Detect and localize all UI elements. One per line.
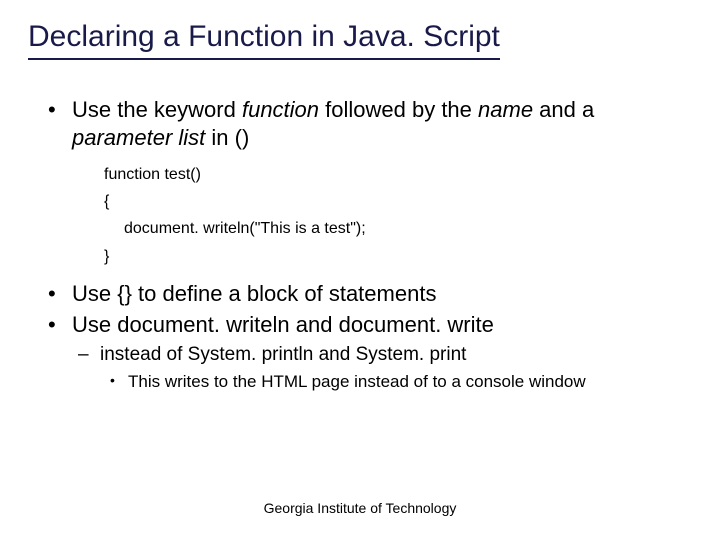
- code-line: function test(): [104, 161, 692, 188]
- code-line: }: [104, 243, 692, 270]
- bullet-item: Use document. writeln and document. writ…: [28, 311, 692, 393]
- sub-bullet-list: instead of System. println and System. p…: [72, 343, 692, 394]
- slide-title: Declaring a Function in Java. Script: [28, 20, 500, 60]
- bullet-list: Use {} to define a block of statements U…: [28, 280, 692, 394]
- text-segment: Use {} to define a block of statements: [72, 281, 436, 306]
- sub-bullet-item: instead of System. println and System. p…: [72, 343, 692, 394]
- text-segment: in (): [205, 125, 249, 150]
- text-emphasis: name: [478, 97, 533, 122]
- slide-footer: Georgia Institute of Technology: [0, 500, 720, 516]
- text-segment: and a: [533, 97, 594, 122]
- bullet-item: Use {} to define a block of statements: [28, 280, 692, 308]
- text-emphasis: parameter list: [72, 125, 205, 150]
- code-line: {: [104, 188, 692, 215]
- sub-sub-bullet-list: This writes to the HTML page instead of …: [100, 371, 692, 393]
- code-line: document. writeln("This is a test");: [104, 215, 692, 242]
- bullet-item: Use the keyword function followed by the…: [28, 96, 692, 151]
- text-emphasis: function: [242, 97, 319, 122]
- bullet-list: Use the keyword function followed by the…: [28, 96, 692, 151]
- text-segment: This writes to the HTML page instead of …: [128, 372, 586, 391]
- sub-sub-bullet-item: This writes to the HTML page instead of …: [100, 371, 692, 393]
- text-segment: instead of System. println and System. p…: [100, 344, 466, 365]
- text-segment: Use the keyword: [72, 97, 242, 122]
- text-segment: Use document. writeln and document. writ…: [72, 312, 494, 337]
- code-block: function test() { document. writeln("Thi…: [104, 161, 692, 270]
- text-segment: followed by the: [319, 97, 478, 122]
